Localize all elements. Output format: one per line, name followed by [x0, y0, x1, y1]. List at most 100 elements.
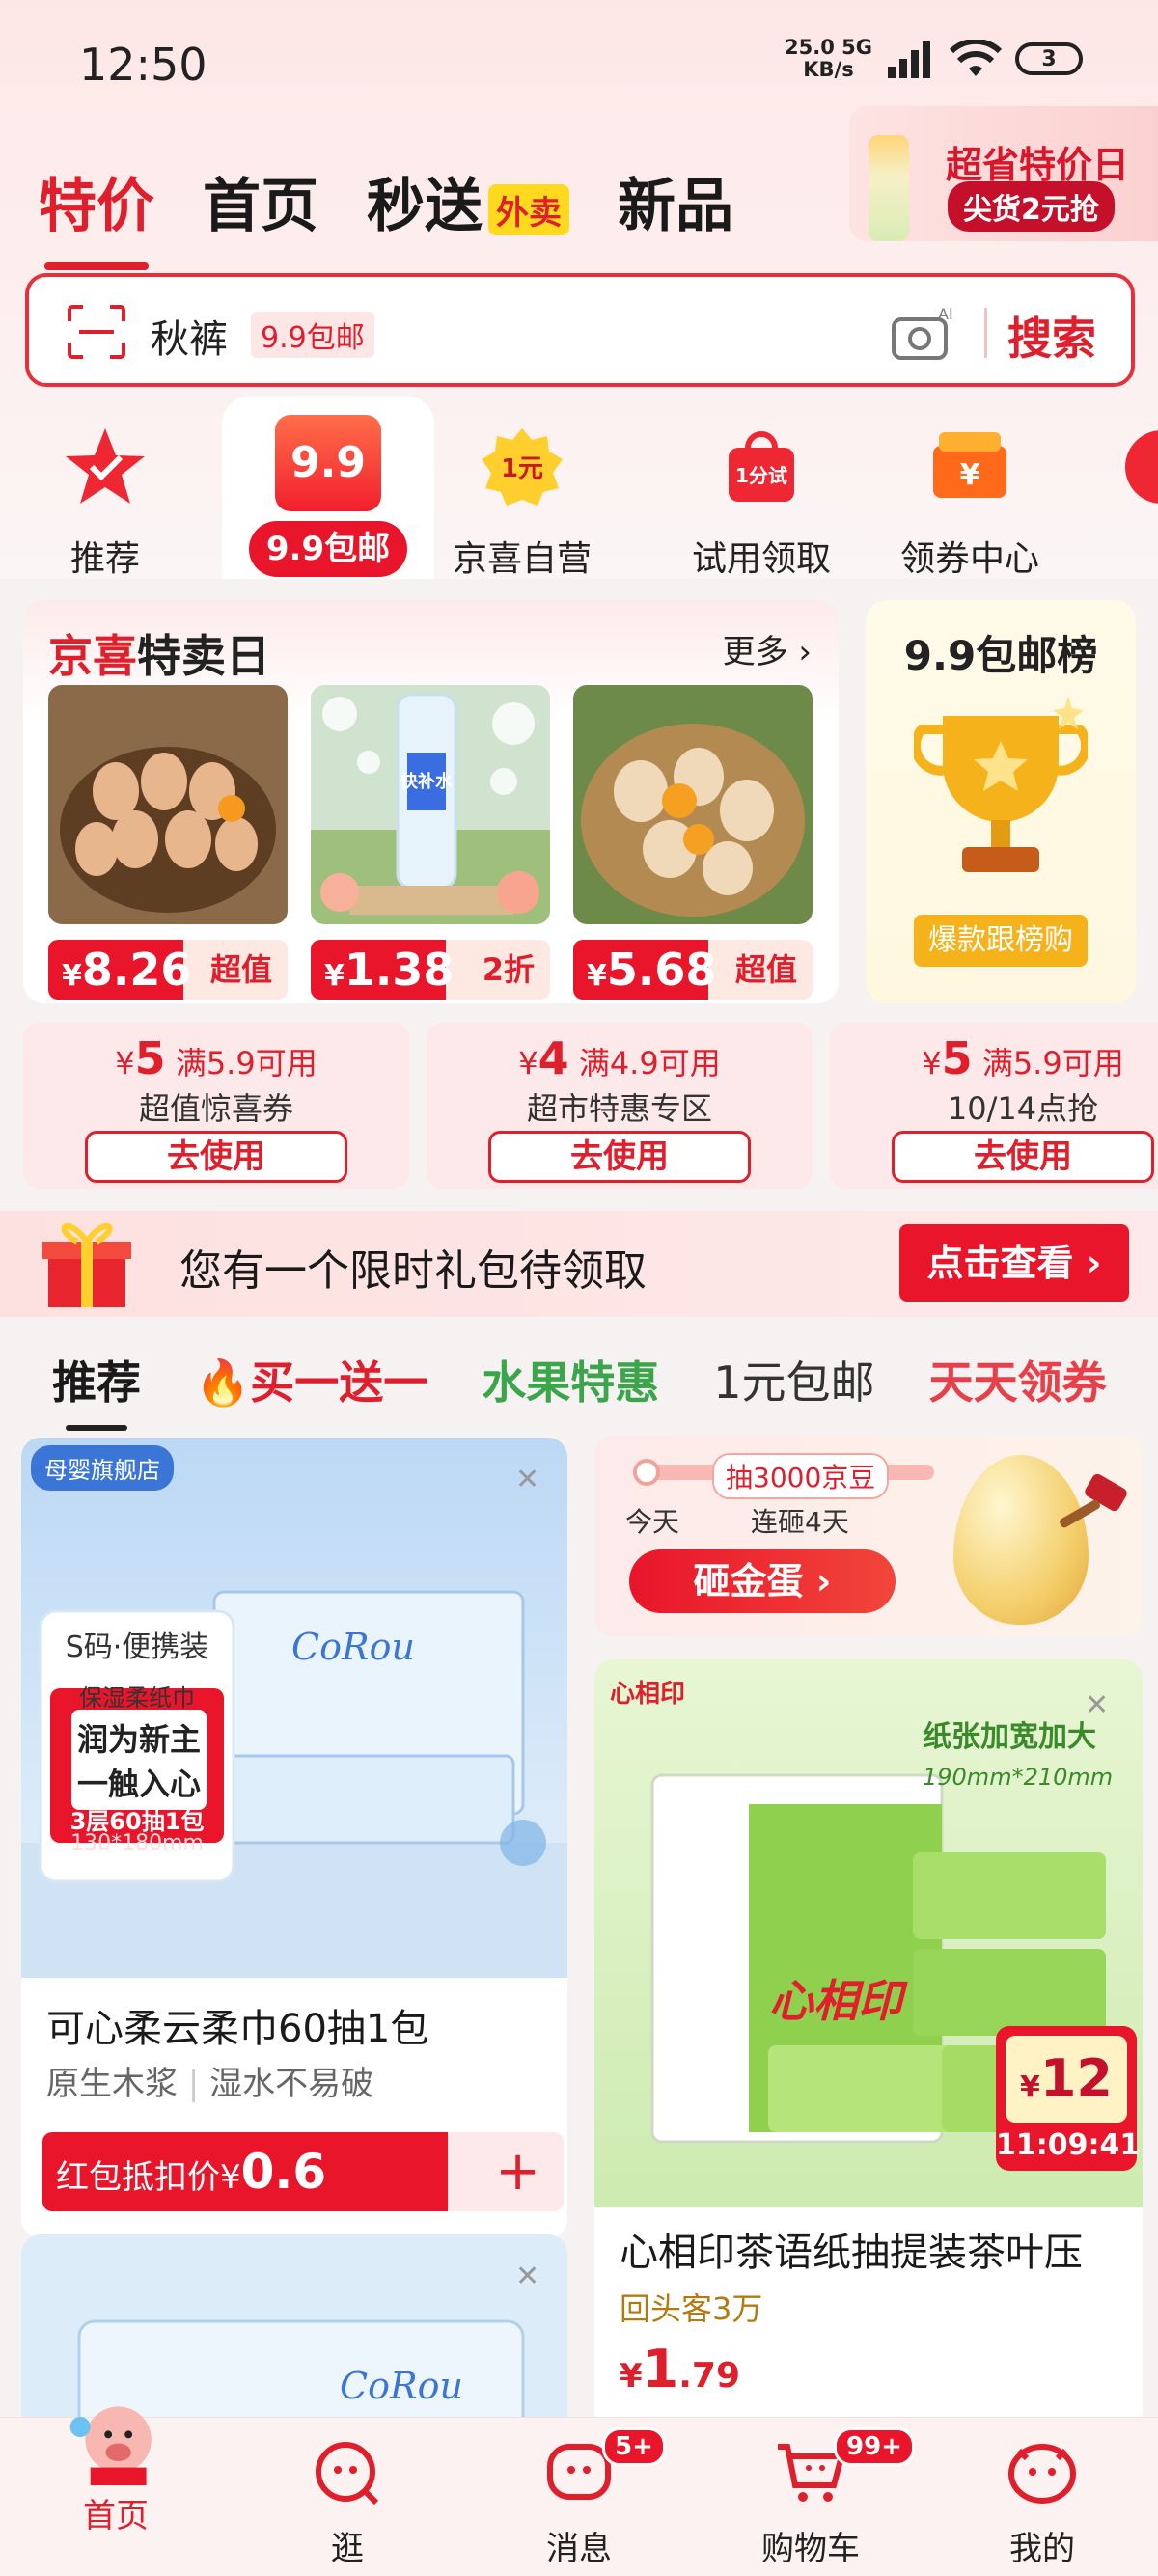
nav-messages[interactable]: 消息 5+	[482, 2418, 676, 2569]
nav-label: 购物车	[761, 2530, 860, 2568]
bottom-nav: 首页 逛 消息 5+ 购物车 99+ 我的	[0, 2406, 1158, 2576]
more-link[interactable]: 更多 ›	[723, 625, 812, 672]
tab-new[interactable]: 新品	[618, 159, 733, 243]
promo-subtitle: 尖货2元抢	[948, 181, 1115, 232]
product-item[interactable]: ¥8.26 超值	[48, 685, 288, 1000]
category-label-99[interactable]: 9.9包邮	[249, 521, 407, 577]
product-card[interactable]: 心相印 纸张加宽加大 190mm*210mm 心相印 ✕ ¥12 11:09:4…	[594, 1659, 1143, 2431]
hammer-icon	[1060, 1474, 1127, 1528]
price-tag: 超值	[209, 951, 272, 988]
product-title: 可心柔云柔巾60抽1包	[46, 2007, 429, 2051]
product-title: 心相印茶语纸抽提装茶叶压	[620, 2231, 1083, 2275]
gift-box-icon	[42, 1222, 131, 1307]
fire-icon: 🔥	[195, 1357, 251, 1409]
use-coupon-button[interactable]: 去使用	[892, 1131, 1154, 1183]
rank-button[interactable]: 爆款跟榜购	[914, 915, 1088, 967]
category-more-partial[interactable]	[1119, 405, 1158, 513]
svg-text:190mm*210mm: 190mm*210mm	[923, 1764, 1113, 1791]
price-row: ¥1.38 2折	[311, 940, 550, 1000]
wifi-icon	[950, 40, 1002, 76]
smash-egg-button[interactable]: 砸金蛋 ›	[629, 1549, 896, 1613]
camera-ai-icon[interactable]: AI	[890, 306, 957, 362]
feed-tab-bogo[interactable]: 🔥买一送一	[195, 1348, 427, 1411]
product-card[interactable]: CoRou 母婴旗舰店 ✕ S码·便携装 保湿柔纸巾 润为新主 一触入心 3层6…	[21, 1438, 567, 2238]
smash-egg-card[interactable]: 抽3000京豆 今天 连砸4天 砸金蛋 ›	[594, 1436, 1143, 1636]
tab-special[interactable]: 特价	[39, 159, 154, 270]
category-coupon[interactable]: ¥ 领券中心	[888, 405, 1052, 581]
product-price: ¥8.26	[48, 940, 191, 1000]
price-tag: 超值	[734, 951, 797, 988]
eggs-basket-open-image	[573, 685, 813, 924]
add-to-cart-button[interactable]: +	[495, 2140, 540, 2203]
svg-text:心相印: 心相印	[769, 1975, 908, 2027]
panel-size: 130*180mm	[70, 1831, 204, 1855]
coupon-card: ¥5 满5.9可用 超值惊喜券 去使用	[23, 1023, 409, 1189]
scan-icon[interactable]	[66, 304, 127, 360]
gift-banner[interactable]: 您有一个限时礼包待领取 点击查看 ›	[0, 1211, 1158, 1317]
waimai-badge: 外卖	[488, 183, 569, 235]
view-gift-button[interactable]: 点击查看 ›	[899, 1224, 1129, 1302]
feed-tab-coupons[interactable]: 天天领券	[929, 1348, 1107, 1411]
store-badge: 母婴旗舰店	[31, 1445, 174, 1491]
egg-progress-dot	[633, 1459, 660, 1486]
coupon-desc: 超市特惠专区	[526, 1090, 712, 1127]
nav-home[interactable]: 首页	[19, 2406, 212, 2536]
special-sale-title: 京喜特卖日	[48, 630, 270, 682]
repeat-buyers: 回头客3万	[620, 2290, 763, 2327]
feed-tab-one-yuan[interactable]: 1元包邮	[713, 1348, 874, 1411]
use-coupon-button[interactable]: 去使用	[85, 1131, 347, 1183]
99-bag-icon[interactable]: 9.9	[275, 415, 381, 511]
search-bar[interactable]: 秋裤 9.9包邮 AI 搜索	[25, 273, 1135, 387]
close-icon[interactable]: ✕	[515, 2260, 539, 2293]
browse-icon	[316, 2442, 379, 2506]
svg-text:CoRou: CoRou	[340, 2365, 463, 2407]
rank-title: 9.9包邮榜	[903, 632, 1098, 679]
feed-tab-recommend[interactable]: 推荐	[52, 1348, 141, 1431]
search-input[interactable]: 秋裤	[151, 308, 228, 364]
redpack-price-label: 红包抵扣价¥0.6	[42, 2132, 448, 2211]
trial-bag-icon: 1分试	[729, 431, 794, 502]
product-price: ¥5.68	[573, 940, 716, 1000]
app-screen: 12:50 25.0 5G KB/s 3 特价 首页 秒送 外卖 新品 超省特价日 …	[0, 0, 1158, 2576]
status-icons: 25.0 5G KB/s 3	[785, 37, 1083, 81]
egg-reward-chip: 抽3000京豆	[712, 1453, 890, 1499]
nav-profile[interactable]: 我的	[946, 2418, 1139, 2569]
coupon-card: ¥4 满4.9可用 超市特惠专区 去使用	[427, 1023, 813, 1189]
nav-cart[interactable]: 购物车 99+	[714, 2418, 915, 2569]
nav-label: 消息	[546, 2530, 612, 2568]
flash-price: ¥12	[1006, 2036, 1127, 2123]
product-item[interactable]: 快补水 ¥1.38 2折	[311, 685, 550, 1000]
coupon-amount: ¥5 满5.9可用	[115, 1032, 317, 1084]
search-button[interactable]: 搜索	[1007, 304, 1096, 368]
battery-icon: 3	[1015, 42, 1083, 75]
category-trial[interactable]: 1分试 试用领取	[679, 405, 843, 581]
one-yuan-icon: 1元	[482, 428, 563, 506]
feed-tab-fruit[interactable]: 水果特惠	[482, 1348, 659, 1411]
egg-today-label: 今天	[625, 1506, 680, 1538]
product-item[interactable]: ¥5.68 超值	[573, 685, 813, 1000]
tab-instant[interactable]: 秒送 外卖	[367, 159, 569, 243]
net-speed: 25.0 5G KB/s	[785, 36, 872, 81]
svg-text:¥: ¥	[960, 458, 980, 492]
category-label: 推荐	[69, 539, 140, 579]
egg-days-label: 连砸4天	[751, 1506, 849, 1538]
category-label: 领券中心	[899, 539, 1039, 579]
category-jingxi[interactable]: 1元 京喜自营	[440, 405, 604, 581]
coupon-icon: ¥	[933, 432, 1006, 498]
close-icon[interactable]: ✕	[1085, 1688, 1109, 1722]
tab-home[interactable]: 首页	[203, 159, 318, 243]
redpack-price: 红包抵扣价¥0.6 +	[42, 2132, 564, 2211]
size-tag: S码·便携装	[65, 1631, 209, 1664]
category-row: 推荐 1元 京喜自营 1分试 试用领取 ¥ 领券中心	[0, 405, 1158, 589]
category-recommend[interactable]: 推荐	[23, 405, 187, 581]
feed-tabs: 推荐 🔥买一送一 水果特惠 1元包邮 天天领券	[52, 1346, 1158, 1431]
svg-text:1分试: 1分试	[735, 464, 787, 487]
nav-label: 我的	[1009, 2530, 1075, 2568]
nav-browse[interactable]: 逛	[251, 2418, 444, 2569]
close-icon[interactable]: ✕	[515, 1463, 539, 1496]
coupon-amount: ¥5 满5.9可用	[922, 1032, 1124, 1084]
use-coupon-button[interactable]: 去使用	[488, 1131, 751, 1183]
coupon-amount: ¥4 满4.9可用	[518, 1032, 721, 1084]
profile-icon	[1008, 2444, 1076, 2504]
rank-card[interactable]: 9.9包邮榜 爆款跟榜购	[866, 600, 1136, 1003]
